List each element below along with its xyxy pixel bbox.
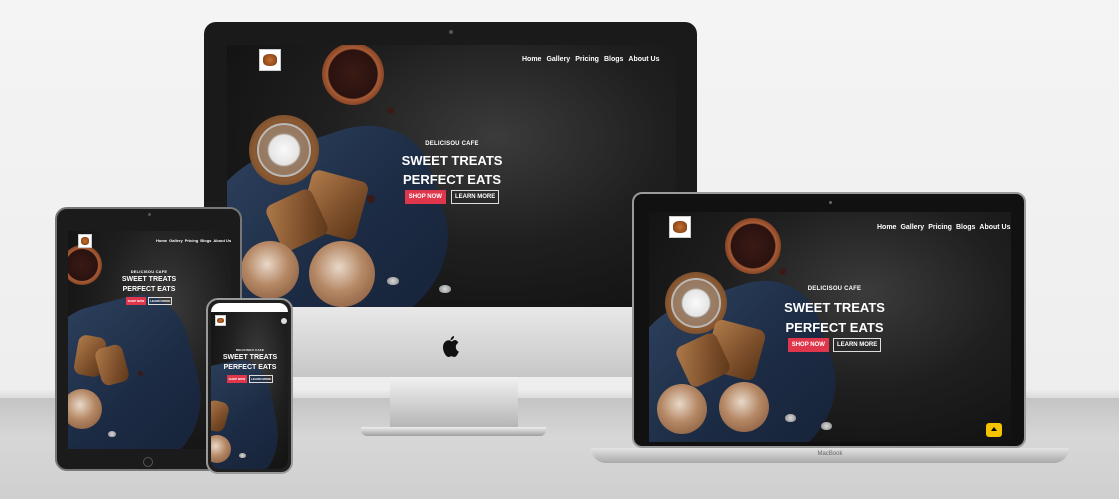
- scroll-to-top-button[interactable]: [986, 423, 1002, 437]
- spoon: [387, 277, 399, 285]
- hero-brand: DELICISOU CAFE: [130, 269, 168, 274]
- berry-bowl: [725, 218, 781, 274]
- nav-pricing[interactable]: Pricing: [575, 56, 599, 63]
- cafe-logo[interactable]: [669, 216, 691, 238]
- hero-headline-2: PERFECT EATS: [122, 286, 176, 294]
- spoon: [785, 414, 796, 422]
- muffin: [309, 241, 375, 307]
- hero: DELICISOU CAFE SWEET TREATS PERFECT EATS…: [777, 286, 892, 353]
- hero-headline-1: SWEET TREATS: [401, 153, 503, 168]
- nav-home[interactable]: Home: [877, 224, 896, 231]
- shop-now-button[interactable]: SHOP NOW: [787, 338, 829, 353]
- iphone-device: DELICISOU CAFE SWEET TREATS PERFECT EATS…: [206, 298, 293, 474]
- spoon: [439, 285, 451, 293]
- learn-more-button[interactable]: LEARN MORE: [148, 296, 173, 305]
- nav-about[interactable]: About Us: [979, 224, 1010, 231]
- berry: [138, 371, 143, 376]
- iphone-screen: DELICISOU CAFE SWEET TREATS PERFECT EATS…: [211, 303, 288, 469]
- learn-more-button[interactable]: LEARN MORE: [832, 338, 882, 353]
- macbook-lid: Home Gallery Pricing Blogs About Us DELI…: [632, 192, 1026, 448]
- berry: [779, 268, 786, 275]
- nav-gallery[interactable]: Gallery: [169, 238, 183, 243]
- nav-about[interactable]: About Us: [213, 238, 231, 243]
- nav-pricing[interactable]: Pricing: [928, 224, 952, 231]
- berry: [367, 195, 375, 203]
- nav-gallery[interactable]: Gallery: [546, 56, 570, 63]
- nav-home[interactable]: Home: [156, 238, 167, 243]
- hero: DELICISOU CAFE SWEET TREATS PERFECT EATS…: [114, 269, 184, 305]
- macbook-screen: Home Gallery Pricing Blogs About Us DELI…: [649, 212, 1011, 442]
- hero-headline-2: PERFECT EATS: [223, 364, 277, 372]
- cafe-logo[interactable]: [78, 234, 92, 248]
- status-bar: [211, 303, 288, 312]
- muffin: [657, 384, 707, 434]
- menu-toggle-button[interactable]: [281, 318, 287, 324]
- nav-blogs[interactable]: Blogs: [956, 224, 975, 231]
- learn-more-button[interactable]: LEARN MORE: [450, 190, 500, 205]
- shop-now-button[interactable]: SHOP NOW: [125, 296, 147, 305]
- cafe-logo[interactable]: [259, 49, 281, 71]
- spoon: [821, 422, 832, 430]
- camera-dot: [148, 213, 151, 216]
- nav-pricing[interactable]: Pricing: [185, 238, 199, 243]
- main-nav: Home Gallery Pricing Blogs About Us: [522, 56, 660, 63]
- cafe-logo[interactable]: [215, 315, 226, 326]
- camera-dot: [449, 30, 453, 34]
- nav-gallery[interactable]: Gallery: [900, 224, 924, 231]
- muffin: [241, 241, 299, 299]
- muffin: [719, 382, 769, 432]
- imac-stand: [390, 377, 518, 429]
- main-nav: Home Gallery Pricing Blogs About Us: [877, 224, 1011, 231]
- nav-blogs[interactable]: Blogs: [604, 56, 623, 63]
- ipad-home-button[interactable]: [143, 457, 153, 467]
- learn-more-button[interactable]: LEARN MORE: [249, 374, 274, 383]
- spoon: [239, 453, 246, 458]
- imac-screen: Home Gallery Pricing Blogs About Us DELI…: [227, 45, 676, 307]
- spoon: [108, 431, 116, 437]
- nav-home[interactable]: Home: [522, 56, 541, 63]
- hero: DELICISOU CAFE SWEET TREATS PERFECT EATS…: [397, 141, 507, 205]
- hero-headline-2: PERFECT EATS: [785, 319, 884, 335]
- nav-about[interactable]: About Us: [628, 56, 659, 63]
- hero-brand: DELICISOU CAFE: [425, 141, 479, 147]
- hero: DELICISOU CAFE SWEET TREATS PERFECT EATS…: [214, 348, 286, 383]
- hero-headline-1: SWEET TREATS: [784, 300, 885, 315]
- hero-brand: DELICISOU CAFE: [235, 348, 265, 352]
- apple-logo-icon: [443, 336, 459, 357]
- hero-headline-1: SWEET TREATS: [222, 354, 278, 361]
- sieve: [671, 278, 721, 328]
- hero-brand: DELICISOU CAFE: [807, 286, 862, 292]
- camera-dot: [829, 201, 832, 204]
- shop-now-button[interactable]: SHOP NOW: [226, 374, 248, 383]
- macbook-label: MacBook: [817, 451, 843, 457]
- hero-headline-2: PERFECT EATS: [403, 171, 501, 187]
- nav-blogs[interactable]: Blogs: [200, 238, 211, 243]
- berry-bowl: [68, 245, 102, 285]
- berry-bowl: [322, 45, 384, 105]
- arrow-up-icon: [991, 427, 997, 431]
- main-nav: Home Gallery Pricing Blogs About Us: [156, 238, 231, 243]
- shop-now-button[interactable]: SHOP NOW: [404, 190, 446, 205]
- sieve: [257, 123, 311, 177]
- imac-base: [361, 427, 546, 436]
- hero-headline-1: SWEET TREATS: [121, 276, 177, 283]
- berry: [387, 107, 394, 114]
